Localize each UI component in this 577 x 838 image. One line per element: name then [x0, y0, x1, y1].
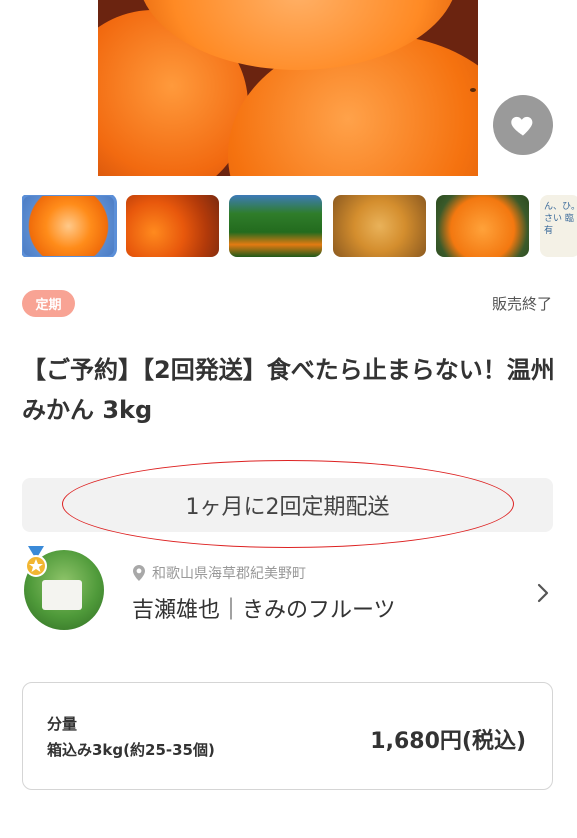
product-title: 【ご予約】【2回発送】食べたら止まらない！温州みかん 3kg: [22, 356, 555, 424]
producer-location-text: 和歌山県海草郡紀美野町: [152, 566, 306, 582]
producer-name[interactable]: 吉瀬雄也｜きみのフルーツ: [132, 592, 396, 624]
thumbnail-image-1[interactable]: [22, 195, 117, 257]
thumbnail-image-5[interactable]: [436, 195, 529, 257]
price-option-card[interactable]: 分量 箱込み3kg(約25-35個) 1,680円(税込): [22, 682, 553, 790]
orange-detail: [470, 88, 476, 92]
location-pin-icon: [133, 565, 145, 581]
producer-location: 和歌山県海草郡紀美野町: [132, 563, 306, 583]
thumbnail-note-text: ん、ひ。 さい 臨 有: [544, 202, 577, 236]
thumbnail-image-3[interactable]: [229, 195, 322, 257]
favorite-button[interactable]: [493, 95, 553, 155]
heart-icon: [511, 116, 533, 136]
product-hero-image: [98, 0, 478, 176]
medal-icon: [25, 546, 47, 577]
thumbnail-image-4[interactable]: [333, 195, 426, 257]
price-value: 1,680円(税込): [370, 729, 526, 754]
subscription-badge: 定期: [22, 290, 75, 317]
thumbnail-image-6[interactable]: ん、ひ。 さい 臨 有: [540, 195, 577, 257]
thumbnail-strip: ん、ひ。 さい 臨 有: [22, 195, 577, 257]
chevron-right-icon[interactable]: [536, 582, 550, 604]
delivery-schedule: 1ヶ月に2回定期配送: [22, 478, 553, 532]
sale-status: 販売終了: [491, 295, 552, 313]
quantity-value: 箱込み3kg(約25-35個): [47, 741, 215, 759]
avatar-sign: [42, 580, 82, 610]
quantity-label: 分量: [47, 715, 78, 733]
thumbnail-image-2[interactable]: [126, 195, 219, 257]
